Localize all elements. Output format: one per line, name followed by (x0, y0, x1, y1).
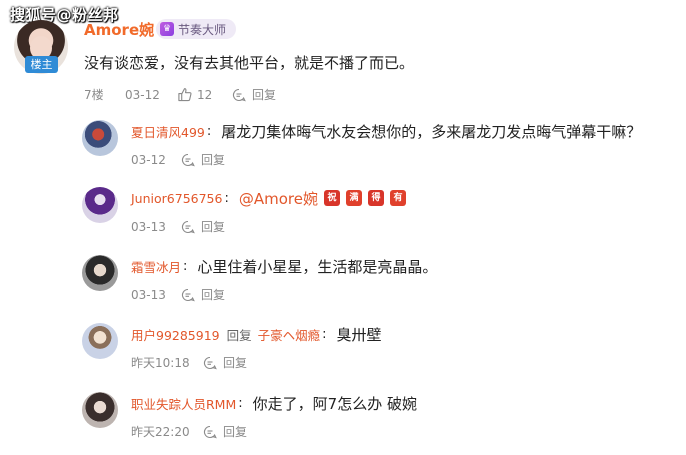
reply-button[interactable]: 回复 (181, 151, 225, 168)
like-button[interactable]: 12 (177, 87, 232, 102)
sub-reply: 职业失踪人员RMM : 你走了，阿7怎么办 破婉 昨天22:20 回复 (82, 392, 672, 452)
reply-author[interactable]: 夏日清风499 (131, 122, 205, 141)
reply-to-author[interactable]: 子豪ヘ烟瘾 (258, 325, 321, 344)
reply-date: 03-12 (131, 152, 166, 167)
reply-text: 你走了，阿7怎么办 破婉 (252, 394, 417, 413)
sub-reply: 用户99285919 回复 子豪ヘ烟瘾 : 臭卅壁 昨天10:18 回复 (82, 323, 672, 383)
reply-to-label: 回复 (226, 327, 252, 343)
reply-author[interactable]: 职业失踪人员RMM (131, 394, 236, 413)
thumbs-up-icon (178, 88, 192, 102)
colon: : (322, 326, 327, 342)
sub-reply: Junior6756756 : @Amore婉 祝 满 得 有 03-13 回复 (82, 187, 672, 247)
reply-meta: 03-13 回复 (131, 218, 225, 235)
reply-date: 昨天10:18 (131, 356, 190, 370)
reply-author[interactable]: 霜雪冰月 (131, 257, 181, 276)
colon: : (183, 258, 188, 274)
mention-link[interactable]: @Amore婉 (239, 188, 318, 209)
reply-meta: 昨天22:20 回复 (131, 423, 247, 440)
reply-meta: 03-13 回复 (131, 286, 225, 303)
reply-author[interactable]: 用户99285919 (131, 325, 220, 344)
comment-meta: 7楼 03-12 12 回复 (84, 86, 276, 103)
reply-icon (182, 153, 195, 166)
reply-meta: 昨天10:18 回复 (131, 354, 247, 371)
reply-text: 臭卅壁 (336, 325, 382, 344)
reply-label: 回复 (201, 288, 226, 302)
reply-date: 03-13 (131, 287, 166, 302)
reply-meta: 03-12 回复 (131, 151, 225, 168)
reply-label: 回复 (223, 425, 248, 439)
sub-reply: 夏日清风499 : 屠龙刀集体晦气水友会想你的，多来屠龙刀发点晦气弹幕干嘛？ 0… (82, 120, 672, 180)
emoji-icon: 祝 (323, 190, 340, 206)
reply-button[interactable]: 回复 (203, 423, 247, 440)
comment-date: 03-12 (125, 87, 160, 102)
avatar[interactable] (82, 120, 118, 156)
comment-text: 没有谈恋爱，没有去其他平台，就是不播了而已。 (84, 54, 415, 72)
emoji-icon: 得 (367, 190, 384, 206)
floor-number: 7楼 (84, 88, 104, 102)
colon: : (206, 123, 212, 139)
emoji-icon: 有 (389, 190, 406, 206)
avatar[interactable] (82, 187, 118, 223)
reply-button[interactable]: 回复 (203, 354, 247, 371)
reply-date: 昨天22:20 (131, 425, 190, 439)
reply-icon (182, 288, 195, 301)
sub-reply: 霜雪冰月 : 心里住着小星星，生活都是亮晶晶。 03-13 回复 (82, 255, 672, 315)
level-badge-label: 节奏大师 (178, 22, 227, 37)
colon: : (238, 395, 243, 411)
emoji-icon: 满 (345, 190, 362, 206)
reply-button[interactable]: 回复 (181, 286, 225, 303)
reply-icon (204, 425, 217, 438)
level-badge[interactable]: ♛ 节奏大师 (156, 19, 237, 39)
reply-button[interactable]: 回复 (232, 86, 276, 103)
like-count: 12 (197, 87, 213, 102)
reply-icon (204, 356, 217, 369)
avatar[interactable] (82, 392, 118, 428)
reply-label: 回复 (201, 220, 226, 234)
reply-date: 03-13 (131, 219, 166, 234)
colon: : (224, 190, 229, 206)
reply-label: 回复 (223, 356, 248, 370)
reply-icon (182, 220, 195, 233)
host-badge: 楼主 (25, 56, 58, 73)
reply-icon (233, 88, 246, 101)
reply-button[interactable]: 回复 (181, 218, 225, 235)
avatar[interactable] (82, 255, 118, 291)
reply-label: 回复 (201, 153, 226, 167)
crown-icon: ♛ (160, 22, 174, 36)
reply-label: 回复 (252, 88, 277, 102)
comment-author[interactable]: Amore婉 (84, 19, 154, 40)
reply-author[interactable]: Junior6756756 (131, 191, 222, 206)
reply-text: 屠龙刀集体晦气水友会想你的，多来屠龙刀发点晦气弹幕干嘛？ (221, 122, 642, 141)
reply-text: 心里住着小星星，生活都是亮晶晶。 (197, 257, 438, 276)
avatar[interactable] (82, 323, 118, 359)
